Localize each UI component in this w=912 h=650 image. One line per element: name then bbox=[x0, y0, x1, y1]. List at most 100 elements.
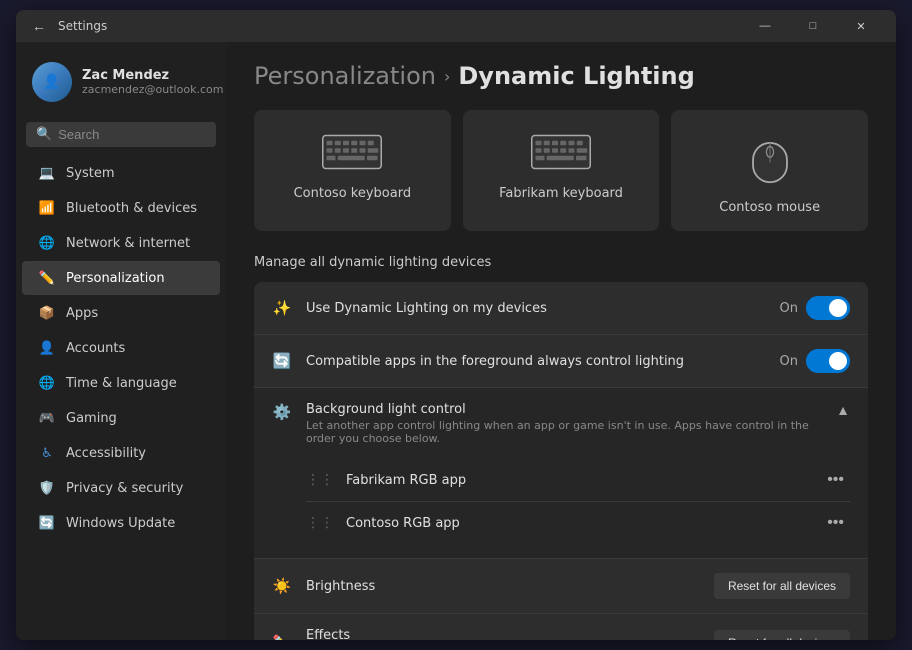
sidebar-item-gaming[interactable]: 🎮 Gaming bbox=[22, 401, 220, 435]
row-content-brightness: Brightness bbox=[306, 579, 700, 594]
window-title: Settings bbox=[58, 19, 107, 33]
sidebar-item-accounts[interactable]: 👤 Accounts bbox=[22, 331, 220, 365]
accessibility-icon: ♿ bbox=[38, 444, 56, 462]
sidebar-item-system[interactable]: 💻 System bbox=[22, 156, 220, 190]
search-icon: 🔍 bbox=[36, 127, 52, 142]
drag-handle-fabrikam-rgb[interactable]: ⋮⋮ bbox=[306, 472, 334, 488]
row-content-compatible-apps: Compatible apps in the foreground always… bbox=[306, 354, 766, 369]
windows-update-icon: 🔄 bbox=[38, 514, 56, 532]
system-icon: 💻 bbox=[38, 164, 56, 182]
row-content-use-dynamic-lighting: Use Dynamic Lighting on my devices bbox=[306, 301, 766, 316]
back-button[interactable]: ← bbox=[28, 18, 50, 34]
close-button[interactable]: ✕ bbox=[838, 10, 884, 42]
device-cards: Contoso keyboard Fabrikam keyboard bbox=[254, 110, 868, 231]
row-right-brightness: Reset for all devices bbox=[714, 573, 850, 599]
network-icon: 🌐 bbox=[38, 234, 56, 252]
sidebar-item-label: Bluetooth & devices bbox=[66, 201, 197, 216]
minimize-button[interactable]: — bbox=[742, 10, 788, 42]
sidebar-item-label: Gaming bbox=[66, 411, 117, 426]
sub-item-fabrikam-rgb: ⋮⋮ Fabrikam RGB app ••• bbox=[306, 459, 850, 502]
user-email: zacmendez@outlook.com bbox=[82, 83, 223, 96]
contoso-keyboard-label: Contoso keyboard bbox=[294, 186, 411, 201]
sidebar-item-time[interactable]: 🌐 Time & language bbox=[22, 366, 220, 400]
breadcrumb-parent: Personalization bbox=[254, 62, 436, 90]
sub-item-label-fabrikam-rgb: Fabrikam RGB app bbox=[346, 473, 466, 488]
sidebar-item-personalization[interactable]: ✏️ Personalization bbox=[22, 261, 220, 295]
sidebar-item-privacy[interactable]: 🛡️ Privacy & security bbox=[22, 471, 220, 505]
toggle-use-dynamic-lighting[interactable] bbox=[806, 296, 850, 320]
row-title-background-light-control: Background light control bbox=[306, 402, 822, 417]
section-title: Manage all dynamic lighting devices bbox=[254, 255, 868, 270]
row-title-use-dynamic-lighting: Use Dynamic Lighting on my devices bbox=[306, 301, 766, 316]
sidebar-item-bluetooth[interactable]: 📶 Bluetooth & devices bbox=[22, 191, 220, 225]
search-input[interactable] bbox=[58, 127, 226, 142]
reset-button-effects[interactable]: Reset for all devices bbox=[714, 630, 850, 640]
sidebar-item-label: Privacy & security bbox=[66, 481, 183, 496]
sidebar-item-label: System bbox=[66, 166, 114, 181]
avatar: 👤 bbox=[32, 62, 72, 102]
user-name: Zac Mendez bbox=[82, 68, 223, 83]
contoso-mouse-device-icon bbox=[752, 134, 788, 188]
sidebar-item-apps[interactable]: 📦 Apps bbox=[22, 296, 220, 330]
settings-icon-effects: ✏️ bbox=[272, 633, 292, 640]
breadcrumb-separator: › bbox=[444, 67, 450, 86]
device-card-contoso-mouse[interactable]: Contoso mouse bbox=[671, 110, 868, 231]
user-profile[interactable]: 👤 Zac Mendez zacmendez@outlook.com bbox=[16, 50, 226, 114]
settings-list: ✨ Use Dynamic Lighting on my devices On … bbox=[254, 282, 868, 640]
breadcrumb-current: Dynamic Lighting bbox=[458, 62, 694, 90]
settings-row-background-light-control: ⚙️ Background light control Let another … bbox=[254, 388, 868, 559]
content-area: 👤 Zac Mendez zacmendez@outlook.com 🔍 💻 S… bbox=[16, 42, 896, 640]
more-options-fabrikam-rgb[interactable]: ••• bbox=[821, 469, 850, 491]
contoso-keyboard-device-icon bbox=[322, 134, 382, 174]
search-box[interactable]: 🔍 bbox=[26, 122, 216, 147]
settings-icon-compatible-apps: 🔄 bbox=[272, 351, 292, 371]
row-title-compatible-apps: Compatible apps in the foreground always… bbox=[306, 354, 766, 369]
sidebar-item-label: Windows Update bbox=[66, 516, 175, 531]
expanded-body-background-light-control: ⋮⋮ Fabrikam RGB app ••• ⋮⋮ Contoso RGB a… bbox=[272, 459, 850, 544]
sidebar: 👤 Zac Mendez zacmendez@outlook.com 🔍 💻 S… bbox=[16, 42, 226, 640]
reset-button-brightness[interactable]: Reset for all devices bbox=[714, 573, 850, 599]
expanded-header: ⚙️ Background light control Let another … bbox=[272, 402, 850, 445]
row-title-brightness: Brightness bbox=[306, 579, 700, 594]
fabrikam-keyboard-label: Fabrikam keyboard bbox=[499, 186, 623, 201]
row-right-effects: Reset for all devices bbox=[714, 630, 850, 640]
titlebar-controls: — □ ✕ bbox=[742, 10, 884, 42]
drag-handle-contoso-rgb[interactable]: ⋮⋮ bbox=[306, 515, 334, 531]
settings-window: ← Settings — □ ✕ 👤 Zac Mendez zacmendez@… bbox=[16, 10, 896, 640]
main-content: Personalization › Dynamic Lighting C bbox=[226, 42, 896, 640]
titlebar: ← Settings — □ ✕ bbox=[16, 10, 896, 42]
settings-icon-brightness: ☀️ bbox=[272, 576, 292, 596]
apps-icon: 📦 bbox=[38, 304, 56, 322]
settings-row-use-dynamic-lighting: ✨ Use Dynamic Lighting on my devices On bbox=[254, 282, 868, 335]
row-content-background-light-control: Background light control Let another app… bbox=[306, 402, 822, 445]
toggle-label-use-dynamic-lighting: On bbox=[780, 301, 798, 316]
titlebar-left: ← Settings bbox=[28, 18, 107, 34]
row-content-effects: Effects Choose color themes and effects … bbox=[306, 628, 700, 640]
sub-item-label-contoso-rgb: Contoso RGB app bbox=[346, 516, 460, 531]
sidebar-item-network[interactable]: 🌐 Network & internet bbox=[22, 226, 220, 260]
time-icon: 🌐 bbox=[38, 374, 56, 392]
collapse-button-background-light-control[interactable]: ▲ bbox=[836, 402, 850, 418]
settings-row-brightness: ☀️ Brightness Reset for all devices bbox=[254, 559, 868, 614]
breadcrumb: Personalization › Dynamic Lighting bbox=[254, 62, 868, 90]
row-title-effects: Effects bbox=[306, 628, 700, 640]
device-card-fabrikam-keyboard[interactable]: Fabrikam keyboard bbox=[463, 110, 660, 231]
sidebar-item-label: Network & internet bbox=[66, 236, 190, 251]
sidebar-item-label: Accounts bbox=[66, 341, 125, 356]
personalization-icon: ✏️ bbox=[38, 269, 56, 287]
bluetooth-icon: 📶 bbox=[38, 199, 56, 217]
user-info: Zac Mendez zacmendez@outlook.com bbox=[82, 68, 223, 96]
sidebar-item-windows-update[interactable]: 🔄 Windows Update bbox=[22, 506, 220, 540]
sidebar-item-label: Time & language bbox=[66, 376, 177, 391]
device-card-contoso-keyboard[interactable]: Contoso keyboard bbox=[254, 110, 451, 231]
more-options-contoso-rgb[interactable]: ••• bbox=[821, 512, 850, 534]
sidebar-item-label: Accessibility bbox=[66, 446, 146, 461]
settings-icon-background-light-control: ⚙️ bbox=[272, 402, 292, 422]
maximize-button[interactable]: □ bbox=[790, 10, 836, 42]
gaming-icon: 🎮 bbox=[38, 409, 56, 427]
sidebar-item-accessibility[interactable]: ♿ Accessibility bbox=[22, 436, 220, 470]
privacy-icon: 🛡️ bbox=[38, 479, 56, 497]
nav-list: 💻 System 📶 Bluetooth & devices 🌐 Network… bbox=[16, 155, 226, 541]
accounts-icon: 👤 bbox=[38, 339, 56, 357]
toggle-compatible-apps[interactable] bbox=[806, 349, 850, 373]
